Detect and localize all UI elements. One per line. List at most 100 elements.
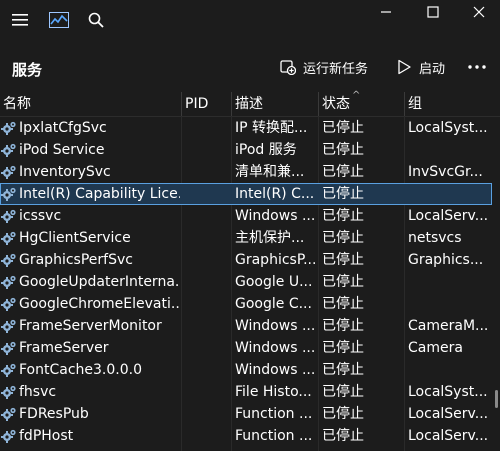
service-description: Intel(R) C... bbox=[235, 186, 315, 202]
service-name-cell: GoogleChromeElevati... bbox=[0, 293, 180, 315]
more-icon[interactable] bbox=[464, 53, 490, 81]
service-row[interactable]: FrameServer Windows ... 已停止 Camera bbox=[0, 337, 492, 359]
maximize-icon[interactable] bbox=[409, 0, 457, 24]
service-status: 已停止 bbox=[322, 384, 364, 400]
service-pid bbox=[185, 183, 231, 205]
service-pid bbox=[185, 315, 231, 337]
service-status: 已停止 bbox=[322, 120, 364, 136]
service-gear-icon bbox=[1, 253, 16, 267]
service-name: fhsvc bbox=[19, 384, 57, 400]
service-group: Camera bbox=[408, 340, 463, 356]
service-row[interactable]: fhsvc File Histo... 已停止 LocalSyst... bbox=[0, 381, 492, 403]
service-pid bbox=[185, 381, 231, 403]
services-list: IpxlatCfgSvc IP 转换配... 已停止 LocalSyst... … bbox=[0, 117, 492, 447]
service-row[interactable]: FDResPub Function ... 已停止 LocalServ... bbox=[0, 403, 492, 425]
start-label: 启动 bbox=[419, 61, 446, 77]
service-row[interactable]: InventorySvc 清单和兼... 已停止 InvSvcGr... bbox=[0, 161, 492, 183]
service-row[interactable]: GoogleUpdaterInterna... Google U... 已停止 bbox=[0, 271, 492, 293]
search-icon[interactable] bbox=[84, 8, 108, 32]
service-description: 清单和兼... bbox=[235, 164, 305, 180]
service-gear-icon bbox=[1, 209, 16, 223]
service-name: icssvc bbox=[19, 208, 62, 224]
service-gear-icon bbox=[1, 407, 16, 421]
service-description: Google C... bbox=[235, 296, 312, 312]
service-status: 已停止 bbox=[322, 318, 364, 334]
service-row[interactable]: IpxlatCfgSvc IP 转换配... 已停止 LocalSyst... bbox=[0, 117, 492, 139]
performance-graph-icon bbox=[47, 8, 71, 32]
service-status: 已停止 bbox=[322, 274, 364, 290]
column-header-pid[interactable]: PID bbox=[181, 92, 231, 116]
service-name-cell: icssvc bbox=[0, 205, 180, 227]
service-name: GoogleUpdaterInterna... bbox=[19, 274, 180, 290]
service-status: 已停止 bbox=[322, 164, 364, 180]
play-icon bbox=[398, 59, 411, 75]
service-name: FontCache3.0.0.0 bbox=[19, 362, 142, 378]
service-name: fdPHost bbox=[19, 428, 74, 444]
service-description: File Histo... bbox=[235, 384, 312, 400]
service-pid bbox=[185, 403, 231, 425]
service-status: 已停止 bbox=[322, 142, 364, 158]
scroll-thumb[interactable] bbox=[495, 390, 498, 408]
minimize-icon[interactable] bbox=[362, 0, 410, 24]
service-name-cell: IpxlatCfgSvc bbox=[0, 117, 180, 139]
service-status: 已停止 bbox=[322, 340, 364, 356]
service-row[interactable]: Intel(R) Capability Lice... Intel(R) C..… bbox=[0, 183, 492, 205]
service-group: CameraM... bbox=[408, 318, 489, 334]
service-name-cell: FrameServerMonitor bbox=[0, 315, 180, 337]
service-pid bbox=[185, 117, 231, 139]
service-gear-icon bbox=[1, 187, 16, 201]
column-header-name[interactable]: 名称 bbox=[0, 92, 181, 116]
service-row[interactable]: icssvc Windows ... 已停止 LocalServ... bbox=[0, 205, 492, 227]
service-group: netsvcs bbox=[408, 230, 462, 246]
service-group: LocalServ... bbox=[408, 428, 489, 444]
service-gear-icon bbox=[1, 275, 16, 289]
run-new-task-button[interactable]: 运行新任务 bbox=[280, 53, 368, 81]
service-pid bbox=[185, 161, 231, 183]
service-gear-icon bbox=[1, 341, 16, 355]
new-task-icon bbox=[280, 60, 296, 75]
service-status: 已停止 bbox=[322, 362, 364, 378]
vertical-scrollbar[interactable] bbox=[492, 116, 500, 451]
service-name: FDResPub bbox=[19, 406, 89, 422]
service-name: HgClientService bbox=[19, 230, 131, 246]
service-row[interactable]: FontCache3.0.0.0 Windows ... 已停止 bbox=[0, 359, 492, 381]
service-name: iPod Service bbox=[19, 142, 105, 158]
service-status: 已停止 bbox=[322, 428, 364, 444]
service-group: LocalSyst... bbox=[408, 384, 488, 400]
service-name-cell: fdPHost bbox=[0, 425, 180, 447]
service-group bbox=[408, 271, 492, 293]
service-name-cell: FDResPub bbox=[0, 403, 180, 425]
service-group bbox=[408, 139, 492, 161]
service-group bbox=[408, 359, 492, 381]
start-button[interactable]: 启动 bbox=[396, 53, 445, 81]
service-description: IP 转换配... bbox=[235, 120, 308, 136]
service-name-cell: GoogleUpdaterInterna... bbox=[0, 271, 180, 293]
service-row[interactable]: fdPHost Function ... 已停止 LocalServ... bbox=[0, 425, 492, 447]
service-row[interactable]: iPod Service iPod 服务 已停止 bbox=[0, 139, 492, 161]
service-name: GoogleChromeElevati... bbox=[19, 296, 180, 312]
service-group: LocalSyst... bbox=[408, 120, 488, 136]
toolbar: 服务 运行新任务 启动 bbox=[0, 44, 500, 90]
service-pid bbox=[185, 337, 231, 359]
column-header-description[interactable]: 描述 bbox=[231, 92, 318, 116]
page-title: 服务 bbox=[12, 61, 43, 79]
service-description: Function ... bbox=[235, 428, 313, 444]
service-name-cell: iPod Service bbox=[0, 139, 180, 161]
service-description: GraphicsP... bbox=[235, 252, 317, 268]
service-row[interactable]: GoogleChromeElevati... Google C... 已停止 bbox=[0, 293, 492, 315]
service-gear-icon bbox=[1, 165, 16, 179]
close-icon[interactable] bbox=[455, 0, 500, 24]
service-name-cell: InventorySvc bbox=[0, 161, 180, 183]
service-row[interactable]: FrameServerMonitor Windows ... 已停止 Camer… bbox=[0, 315, 492, 337]
service-gear-icon bbox=[1, 429, 16, 443]
service-pid bbox=[185, 293, 231, 315]
service-pid bbox=[185, 425, 231, 447]
column-header-status[interactable]: 状态 bbox=[318, 92, 404, 116]
column-header: 名称 PID 描述 状态 ^ 组 bbox=[0, 90, 500, 117]
hamburger-icon[interactable] bbox=[8, 8, 32, 32]
service-description: Windows ... bbox=[235, 362, 316, 378]
service-name-cell: Intel(R) Capability Lice... bbox=[0, 183, 180, 205]
service-row[interactable]: HgClientService 主机保护... 已停止 netsvcs bbox=[0, 227, 492, 249]
service-row[interactable]: GraphicsPerfSvc GraphicsP... 已停止 Graphic… bbox=[0, 249, 492, 271]
column-header-group[interactable]: 组 bbox=[404, 92, 500, 116]
